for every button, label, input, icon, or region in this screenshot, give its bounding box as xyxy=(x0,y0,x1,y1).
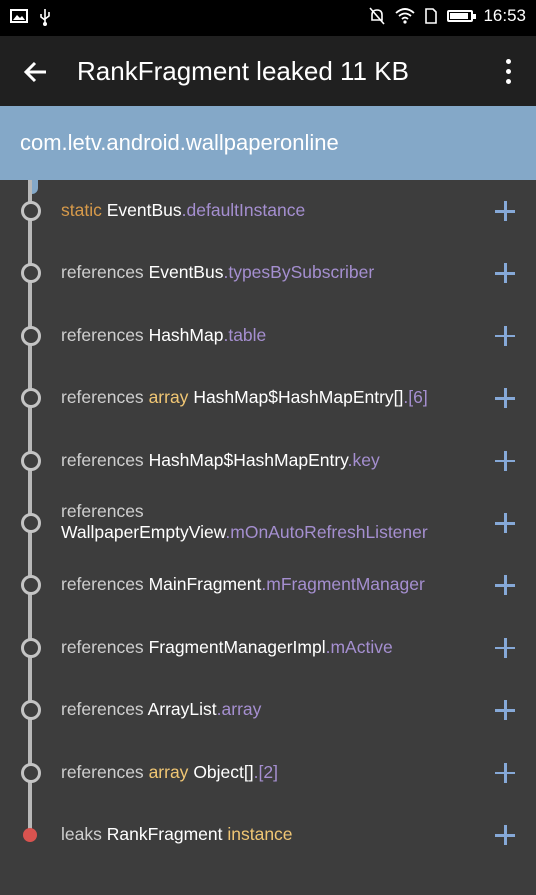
clock: 16:53 xyxy=(483,6,526,25)
trace-label: references WallpaperEmptyView.mOnAutoRefr… xyxy=(61,501,428,543)
trace-node-icon xyxy=(21,575,41,596)
trace-prefix: references xyxy=(61,387,144,408)
trace-node-icon xyxy=(21,325,41,346)
trace-field: .defaultInstance xyxy=(181,200,306,220)
trace-row[interactable]: references HashMap.table xyxy=(0,305,536,367)
expand-plus-icon[interactable] xyxy=(495,201,515,221)
image-icon xyxy=(10,9,28,23)
trace-type: array xyxy=(148,761,189,782)
trace-prefix: references xyxy=(61,324,144,345)
leak-node-icon xyxy=(23,828,37,842)
trace-row[interactable]: references HashMap$HashMapEntry.key xyxy=(0,430,536,492)
trace-class: Object[] xyxy=(193,761,254,782)
trace-row[interactable]: references array HashMap$HashMapEntry[].… xyxy=(0,367,536,429)
trace-node-icon xyxy=(21,201,41,221)
trace-type: array xyxy=(148,387,189,408)
trace-label: references MainFragment.mFragmentManager xyxy=(61,574,425,595)
trace-node-icon xyxy=(21,762,41,783)
trace-prefix: references xyxy=(61,449,144,470)
trace-class: ArrayList xyxy=(147,699,217,720)
trace-node-icon xyxy=(21,263,41,284)
trace-class: RankFragment xyxy=(106,824,223,844)
trace-field: .key xyxy=(347,449,380,470)
back-arrow-icon[interactable] xyxy=(22,58,50,86)
trace-field: .table xyxy=(223,324,267,345)
trace-class: EventBus xyxy=(106,200,182,220)
trace-row[interactable]: references WallpaperEmptyView.mOnAutoRefr… xyxy=(0,492,536,554)
battery-icon xyxy=(447,10,477,22)
trace-node-icon xyxy=(21,450,41,471)
package-name: com.letv.android.wallpaperonline xyxy=(20,130,339,155)
trace-row[interactable]: references FragmentManagerImpl.mActive xyxy=(0,617,536,679)
trace-field: .mFragmentManager xyxy=(261,574,425,595)
expand-plus-icon[interactable] xyxy=(495,575,515,596)
trace-prefix: references xyxy=(61,501,144,521)
trace-prefix: references xyxy=(61,761,144,782)
trace-row[interactable]: static EventBus.defaultInstance xyxy=(0,180,536,242)
expand-plus-icon[interactable] xyxy=(495,637,515,658)
trace-label: references HashMap.table xyxy=(61,325,266,346)
trace-label: leaks RankFragment instance xyxy=(61,824,293,845)
trace-field: .[2] xyxy=(253,761,278,782)
sim-icon xyxy=(425,8,438,24)
expand-plus-icon[interactable] xyxy=(495,263,515,284)
trace-class: HashMap$HashMapEntry xyxy=(148,449,348,470)
trace-label: references HashMap$HashMapEntry.key xyxy=(61,450,380,471)
expand-plus-icon[interactable] xyxy=(495,825,515,845)
trace-class: HashMap xyxy=(148,324,224,345)
usb-icon xyxy=(40,9,50,26)
trace-label: references ArrayList.array xyxy=(61,699,261,720)
trace-prefix: references xyxy=(61,699,144,720)
trace-class: WallpaperEmptyView xyxy=(61,522,226,542)
trace-label: references array Object[].[2] xyxy=(61,762,278,783)
trace-prefix: leaks xyxy=(61,824,102,844)
trace-row[interactable]: references EventBus.typesBySubscriber xyxy=(0,242,536,304)
app-bar: RankFragment leaked 11 KB xyxy=(0,36,536,106)
trace-label: static EventBus.defaultInstance xyxy=(61,200,305,221)
mute-icon xyxy=(369,7,386,25)
expand-plus-icon[interactable] xyxy=(495,762,515,783)
more-vert-icon[interactable] xyxy=(498,56,518,86)
trace-row[interactable]: leaks RankFragment instance xyxy=(0,804,536,866)
expand-plus-icon[interactable] xyxy=(495,700,515,721)
trace-node-icon xyxy=(21,637,41,658)
page-title: RankFragment leaked 11 KB xyxy=(77,56,409,86)
trace-class: FragmentManagerImpl xyxy=(148,636,326,657)
trace-label: references FragmentManagerImpl.mActive xyxy=(61,637,393,658)
package-header: com.letv.android.wallpaperonline xyxy=(0,106,536,180)
trace-prefix: static xyxy=(61,200,102,220)
expand-plus-icon[interactable] xyxy=(495,513,515,533)
status-bar: 16:53 xyxy=(0,0,536,36)
trace-node-icon xyxy=(21,513,41,533)
trace-row[interactable]: references array Object[].[2] xyxy=(0,742,536,804)
trace-class: HashMap$HashMapEntry[] xyxy=(193,387,404,408)
expand-plus-icon[interactable] xyxy=(495,450,515,471)
trace-row[interactable]: references MainFragment.mFragmentManager xyxy=(0,554,536,616)
trace-node-icon xyxy=(21,700,41,721)
trace-field: .mOnAutoRefreshListener xyxy=(225,522,428,542)
trace-field: .array xyxy=(216,699,262,720)
trace-field: .typesBySubscriber xyxy=(223,262,375,283)
trace-prefix: references xyxy=(61,636,144,657)
trace-field: instance xyxy=(227,824,293,844)
expand-plus-icon[interactable] xyxy=(495,325,515,346)
trace-row[interactable]: references ArrayList.array xyxy=(0,679,536,741)
trace-field: .mActive xyxy=(325,636,393,657)
trace-prefix: references xyxy=(61,262,144,283)
trace-class: MainFragment xyxy=(148,574,262,595)
expand-plus-icon[interactable] xyxy=(495,388,515,409)
wifi-icon xyxy=(395,8,416,24)
trace-label: references EventBus.typesBySubscriber xyxy=(61,262,374,283)
trace-node-icon xyxy=(21,388,41,409)
trace-prefix: references xyxy=(61,574,144,595)
trace-class: EventBus xyxy=(148,262,224,283)
trace-field: .[6] xyxy=(403,387,428,408)
trace-label: references array HashMap$HashMapEntry[].… xyxy=(61,387,428,408)
